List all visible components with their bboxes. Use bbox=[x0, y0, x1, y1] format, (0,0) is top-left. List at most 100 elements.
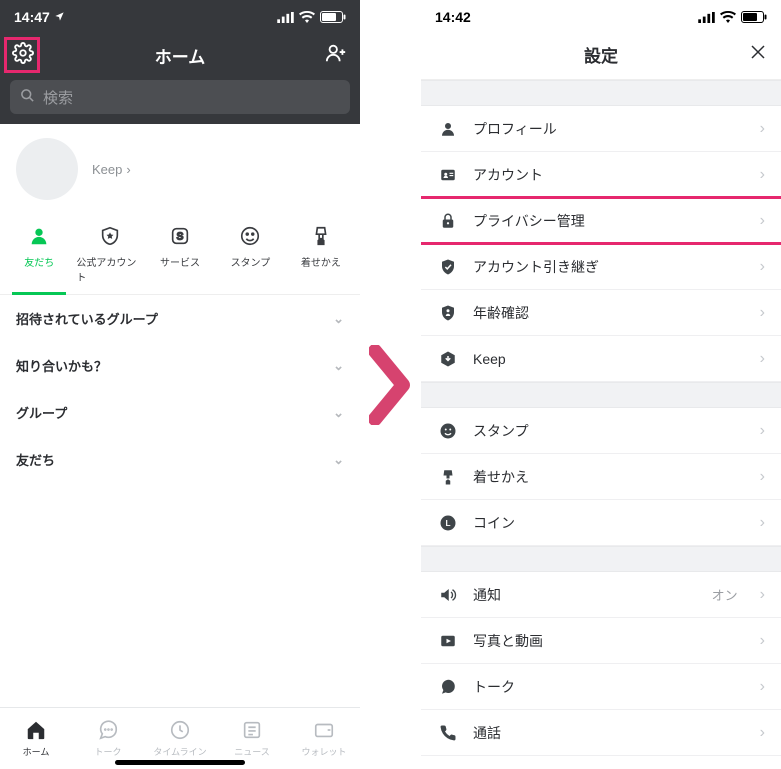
settings-icon[interactable] bbox=[12, 42, 34, 69]
avatar bbox=[16, 138, 78, 200]
smiley-icon bbox=[236, 222, 264, 250]
section-divider bbox=[421, 546, 781, 572]
row-label: 年齢確認 bbox=[473, 303, 529, 323]
smiley-icon bbox=[437, 422, 459, 440]
tab-label: ホーム bbox=[23, 745, 50, 758]
tab-label: タイムライン bbox=[153, 745, 206, 758]
svg-text:L: L bbox=[445, 519, 450, 528]
group-groups[interactable]: グループ⌄ bbox=[0, 389, 360, 436]
row-label: 通知 bbox=[473, 585, 501, 605]
settings-row-profile[interactable]: プロフィール › bbox=[421, 106, 781, 152]
row-label: アカウント bbox=[473, 165, 543, 185]
cat-tab-friends[interactable]: 友だち bbox=[4, 216, 74, 294]
chevron-right-icon: › bbox=[760, 304, 765, 322]
clock-icon bbox=[169, 719, 191, 743]
nav-title: 設定 bbox=[421, 42, 781, 67]
person-icon bbox=[437, 120, 459, 138]
profile-row[interactable]: Keep › bbox=[0, 124, 360, 210]
settings-row-photos[interactable]: 写真と動画 › bbox=[421, 618, 781, 664]
phone-settings-screen: 14:42 設定 プロフィール › アカウント › bbox=[421, 0, 781, 769]
keep-link[interactable]: Keep › bbox=[92, 162, 131, 177]
settings-row-talk[interactable]: トーク › bbox=[421, 664, 781, 710]
phone-home-screen: 14:47 ホーム bbox=[0, 0, 360, 769]
search-icon bbox=[20, 88, 35, 107]
group-maybe-know[interactable]: 知り合いかも？⌄ bbox=[0, 342, 360, 389]
status-time: 14:47 bbox=[14, 9, 50, 25]
lock-icon bbox=[437, 212, 459, 230]
tutorial-arrow bbox=[360, 0, 421, 769]
settings-row-account[interactable]: アカウント › bbox=[421, 152, 781, 198]
chevron-right-icon: › bbox=[760, 724, 765, 742]
chevron-right-icon: › bbox=[760, 258, 765, 276]
svg-text:S: S bbox=[177, 232, 184, 243]
group-label: 友だち bbox=[16, 450, 55, 469]
cat-label: サービス bbox=[160, 254, 200, 269]
chevron-right-large-icon bbox=[369, 345, 413, 425]
badge-icon bbox=[437, 304, 459, 322]
row-label: コイン bbox=[473, 513, 515, 533]
row-label: プロフィール bbox=[473, 119, 557, 139]
section-divider bbox=[421, 382, 781, 408]
tab-home[interactable]: ホーム bbox=[0, 708, 72, 769]
nav-bar: ホーム bbox=[0, 30, 360, 80]
status-bar: 14:42 bbox=[421, 0, 781, 30]
row-label: 着せかえ bbox=[473, 467, 529, 487]
row-trailing: オン bbox=[712, 585, 744, 604]
cat-tab-themes[interactable]: 着せかえ bbox=[286, 216, 356, 294]
group-list: 招待されているグループ⌄ 知り合いかも？⌄ グループ⌄ 友だち⌄ bbox=[0, 295, 360, 483]
tab-wallet[interactable]: ウォレット bbox=[288, 708, 360, 769]
settings-row-transfer[interactable]: アカウント引き継ぎ › bbox=[421, 244, 781, 290]
wifi-icon bbox=[299, 11, 315, 23]
settings-row-notifications[interactable]: 通知 オン › bbox=[421, 572, 781, 618]
chevron-down-icon: ⌄ bbox=[333, 452, 344, 468]
chat-icon bbox=[97, 719, 119, 743]
settings-row-age[interactable]: 年齢確認 › bbox=[421, 290, 781, 336]
chevron-right-icon: › bbox=[126, 162, 130, 177]
signal-icon bbox=[277, 12, 294, 23]
battery-icon bbox=[741, 11, 767, 23]
settings-row-themes[interactable]: 着せかえ › bbox=[421, 454, 781, 500]
wifi-icon bbox=[720, 11, 736, 23]
chevron-right-icon: › bbox=[760, 678, 765, 696]
cat-tab-services[interactable]: S サービス bbox=[145, 216, 215, 294]
group-label: グループ bbox=[16, 403, 67, 422]
group-label: 知り合いかも？ bbox=[16, 356, 107, 375]
add-friend-icon[interactable] bbox=[324, 42, 348, 69]
search-bar[interactable]: 検索 bbox=[0, 80, 360, 124]
group-friends[interactable]: 友だち ⌄ bbox=[0, 436, 360, 483]
home-indicator bbox=[115, 760, 245, 765]
settings-row-stamps[interactable]: スタンプ › bbox=[421, 408, 781, 454]
row-label: トーク bbox=[473, 677, 515, 697]
service-s-icon: S bbox=[166, 222, 194, 250]
chevron-right-icon: › bbox=[760, 422, 765, 440]
home-icon bbox=[25, 719, 47, 743]
section-divider bbox=[421, 80, 781, 106]
cat-tab-official[interactable]: 公式アカウント bbox=[74, 216, 144, 294]
shield-star-icon bbox=[96, 222, 124, 250]
settings-row-calls[interactable]: 通話 › bbox=[421, 710, 781, 756]
settings-row-keep[interactable]: Keep › bbox=[421, 336, 781, 382]
row-label: アカウント引き継ぎ bbox=[473, 257, 599, 277]
status-time: 14:42 bbox=[435, 9, 471, 25]
close-icon[interactable] bbox=[749, 43, 767, 66]
id-card-icon bbox=[437, 166, 459, 184]
shield-check-icon bbox=[437, 258, 459, 276]
chevron-right-icon: › bbox=[760, 632, 765, 650]
row-label: 通話 bbox=[473, 723, 501, 743]
settings-row-privacy[interactable]: プライバシー管理 › bbox=[421, 198, 781, 244]
keep-label: Keep bbox=[92, 162, 122, 177]
row-label: プライバシー管理 bbox=[473, 211, 585, 231]
settings-row-line-out[interactable]: LINE Out bbox=[421, 756, 781, 769]
chevron-down-icon: ⌄ bbox=[333, 311, 344, 327]
cat-tab-stamps[interactable]: スタンプ bbox=[215, 216, 285, 294]
coin-icon: L bbox=[437, 514, 459, 532]
group-invited[interactable]: 招待されているグループ⌄ bbox=[0, 295, 360, 342]
settings-row-coin[interactable]: L コイン › bbox=[421, 500, 781, 546]
chevron-right-icon: › bbox=[760, 212, 765, 230]
brush-icon bbox=[437, 468, 459, 486]
cat-label: 公式アカウント bbox=[76, 254, 142, 284]
download-hex-icon bbox=[437, 350, 459, 368]
location-icon bbox=[54, 9, 65, 25]
chat-icon bbox=[437, 678, 459, 696]
cat-label: スタンプ bbox=[231, 254, 271, 269]
